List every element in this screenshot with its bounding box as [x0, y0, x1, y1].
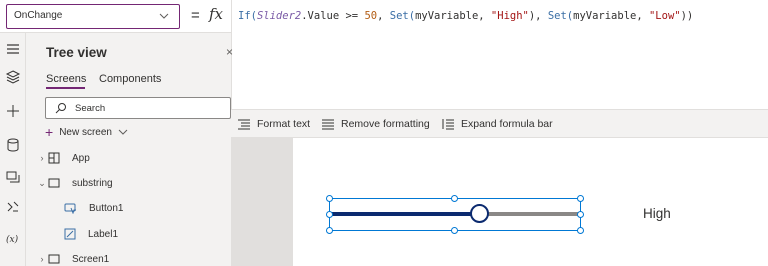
tree-item-label: Screen1 — [72, 253, 110, 265]
formula-token: Set( — [389, 10, 416, 22]
expand-chevron-icon[interactable]: ⌄ — [36, 178, 48, 189]
format-text-icon — [238, 119, 250, 130]
insert-plus-icon[interactable] — [5, 103, 21, 119]
left-rail: (x) — [0, 33, 26, 266]
tree-item-substring[interactable]: ⌄ substring — [26, 171, 231, 195]
tree-item-label: Label1 — [88, 228, 119, 240]
tree-item-label: App — [72, 152, 90, 164]
search-placeholder: Search — [75, 103, 106, 114]
more-icon[interactable] — [5, 259, 21, 266]
screen-icon — [48, 177, 66, 189]
hamburger-menu-icon[interactable] — [5, 41, 21, 57]
new-screen-button[interactable]: + New screen — [45, 125, 128, 139]
app-icon — [48, 152, 66, 164]
media-icon[interactable] — [5, 169, 21, 185]
search-input[interactable]: Search — [45, 97, 231, 119]
property-dropdown[interactable]: OnChange — [6, 4, 180, 29]
tree-item-label1[interactable]: Label1 — [26, 222, 231, 246]
variables-icon[interactable]: (x) — [5, 230, 21, 246]
tab-components[interactable]: Components — [99, 73, 161, 85]
formula-editor[interactable]: If(Slider2.Value >= 50, Set(myVariable, … — [231, 0, 768, 110]
formula-token: )) — [680, 10, 694, 22]
formula-token: "High" — [490, 10, 529, 22]
label1-text[interactable]: High — [643, 206, 671, 221]
formula-token: ), — [528, 10, 548, 22]
fx-icon: fx — [209, 5, 224, 23]
remove-formatting-label: Remove formatting — [341, 118, 430, 130]
resize-handle-ml[interactable] — [326, 211, 333, 218]
expand-chevron-icon[interactable]: › — [36, 153, 48, 163]
formula-token: Set( — [547, 10, 574, 22]
label-icon — [64, 228, 82, 240]
chevron-down-icon — [118, 129, 128, 135]
chevron-down-icon — [159, 13, 169, 19]
close-icon[interactable]: × — [226, 45, 233, 59]
expand-formula-bar-label: Expand formula bar — [461, 118, 553, 130]
search-icon — [55, 103, 66, 114]
tree-view-panel: Tree view × Screens Components Search + … — [26, 33, 233, 266]
formula-token: myVariable, — [415, 10, 491, 22]
expand-icon — [442, 119, 454, 130]
button-icon — [64, 202, 83, 214]
advanced-tools-icon[interactable] — [5, 199, 21, 215]
svg-text:(x): (x) — [6, 234, 19, 245]
resize-handle-bl[interactable] — [326, 227, 333, 234]
resize-handle-tc[interactable] — [451, 195, 458, 202]
formula-token: If( — [238, 10, 257, 22]
formula-token: , — [377, 10, 390, 22]
active-tab-indicator — [46, 87, 85, 89]
format-text-label: Format text — [257, 118, 311, 130]
formula-token: 50 — [364, 10, 378, 22]
formula-token: .Value >= — [301, 10, 365, 22]
formula-token: "Low" — [648, 10, 681, 22]
database-icon[interactable] — [5, 137, 21, 153]
expand-formula-bar-button[interactable]: Expand formula bar — [441, 117, 553, 131]
formula-token: Slider2 — [256, 10, 302, 22]
screen-icon — [48, 253, 66, 265]
tree-item-app[interactable]: › App — [26, 146, 231, 170]
tree-item-button1[interactable]: Button1 — [26, 196, 231, 220]
formula-toolbar: Format text Remove formatting Expand for… — [231, 110, 768, 138]
plus-icon: + — [45, 124, 54, 140]
resize-handle-bc[interactable] — [451, 227, 458, 234]
property-dropdown-value: OnChange — [14, 10, 63, 21]
tree-item-label: substring — [72, 177, 113, 189]
resize-handle-tr[interactable] — [577, 195, 584, 202]
expand-chevron-icon[interactable]: › — [36, 254, 48, 264]
resize-handle-tl[interactable] — [326, 195, 333, 202]
remove-formatting-button[interactable]: Remove formatting — [321, 117, 430, 131]
resize-handle-br[interactable] — [577, 227, 584, 234]
layers-icon[interactable] — [5, 69, 21, 85]
slider-thumb[interactable] — [470, 204, 489, 223]
tree-item-screen1[interactable]: › Screen1 — [26, 247, 231, 266]
remove-formatting-icon — [322, 119, 334, 130]
formula-token: myVariable, — [573, 10, 649, 22]
resize-handle-mr[interactable] — [577, 211, 584, 218]
tab-screens[interactable]: Screens — [46, 73, 86, 85]
tree-view-title: Tree view — [46, 45, 107, 60]
format-text-button[interactable]: Format text — [237, 117, 310, 131]
tree-item-label: Button1 — [89, 202, 124, 214]
new-screen-label: New screen — [59, 126, 112, 138]
equals-sign: = — [191, 7, 200, 24]
formula-text[interactable]: If(Slider2.Value >= 50, Set(myVariable, … — [238, 10, 693, 22]
